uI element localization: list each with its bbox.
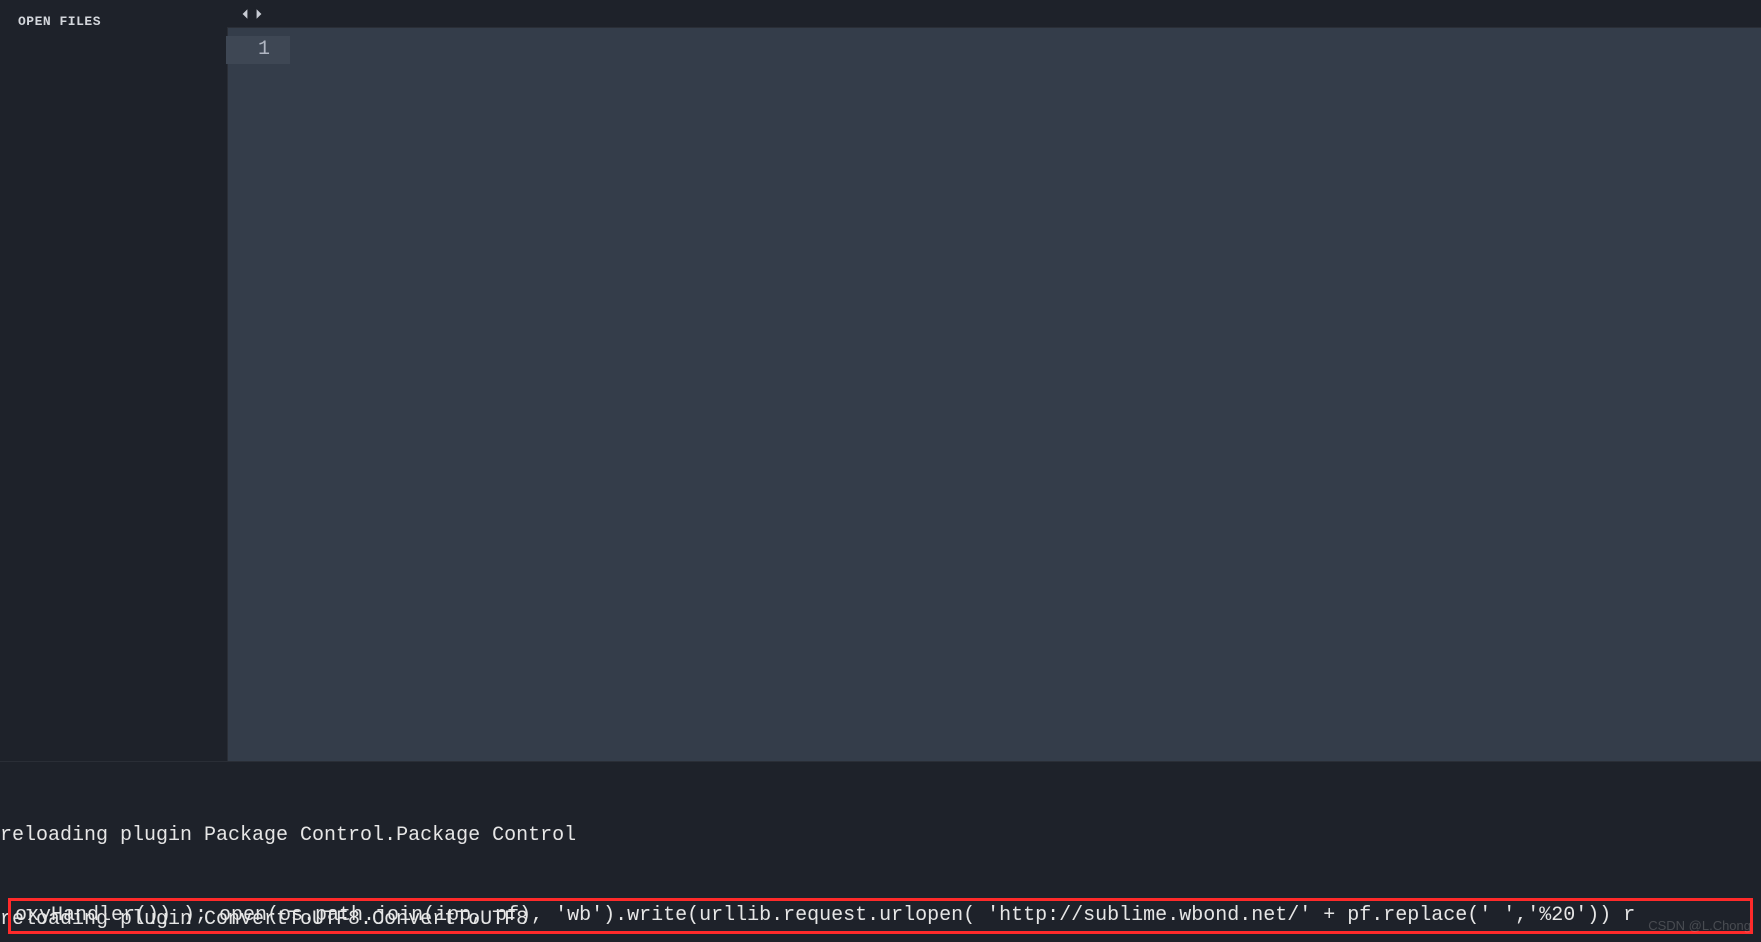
editor-body[interactable]: 1 — [227, 28, 1761, 761]
console-panel: reloading plugin Package Control.Package… — [0, 761, 1761, 942]
line-number: 1 — [226, 36, 290, 64]
open-files-header: OPEN FILES — [0, 0, 227, 37]
console-input-highlight — [8, 898, 1753, 934]
console-line: reloading plugin Package Control.Package… — [0, 822, 1761, 850]
line-number-gutter: 1 — [228, 28, 292, 761]
tab-next-icon[interactable] — [253, 8, 265, 20]
sidebar: OPEN FILES — [0, 0, 227, 761]
console-input[interactable] — [15, 902, 1746, 930]
main-area: OPEN FILES 1 — [0, 0, 1761, 761]
tab-bar — [227, 0, 1761, 28]
code-area[interactable] — [292, 28, 1761, 761]
tab-prev-icon[interactable] — [239, 8, 251, 20]
editor-wrap: 1 — [227, 0, 1761, 761]
tab-navigation — [239, 8, 265, 20]
